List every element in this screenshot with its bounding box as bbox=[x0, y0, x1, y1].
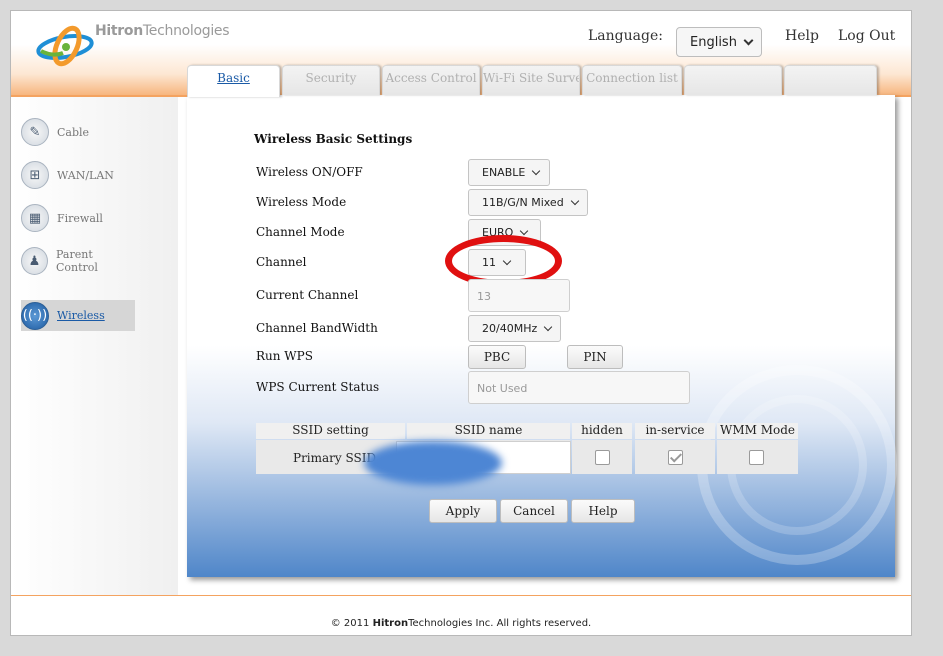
sidebar-item-label: Firewall bbox=[57, 211, 103, 225]
cancel-button[interactable]: Cancel bbox=[500, 499, 568, 523]
bandwidth-value: 20/40MHz bbox=[482, 322, 538, 335]
table-header-in-service: in-service bbox=[635, 423, 715, 439]
sidebar-item-label: Parent Control bbox=[56, 248, 98, 274]
redacted-ssid-blur bbox=[364, 441, 502, 485]
bandwidth-label: Channel BandWidth bbox=[256, 321, 378, 335]
brand-part2: Technologies bbox=[142, 23, 230, 39]
wireless-mode-select[interactable]: 11B/G/N Mixed bbox=[468, 189, 588, 216]
main-panel: Wireless Basic Settings Wireless ON/OFF … bbox=[187, 95, 897, 577]
chevron-down-icon bbox=[544, 322, 553, 331]
channel-label: Channel bbox=[256, 255, 307, 269]
hidden-checkbox[interactable] bbox=[595, 450, 610, 465]
wireless-onoff-value: ENABLE bbox=[482, 166, 526, 179]
sidebar-item-wireless[interactable]: ((·)) Wireless bbox=[21, 300, 135, 331]
parent-icon: ♟ bbox=[21, 247, 48, 275]
tab-empty-2 bbox=[784, 65, 877, 95]
sidebar-item-cable[interactable]: ✎ Cable bbox=[21, 117, 135, 147]
wrench-icon: ✎ bbox=[21, 118, 49, 146]
table-header-wmm-mode: WMM Mode bbox=[717, 423, 798, 439]
wireless-onoff-label: Wireless ON/OFF bbox=[256, 165, 363, 179]
chevron-down-icon bbox=[743, 35, 754, 45]
footer-copyright: © 2011 bbox=[330, 618, 370, 629]
hitron-logo-icon bbox=[36, 25, 94, 67]
in-service-checkbox[interactable] bbox=[668, 450, 683, 465]
sidebar: ✎ Cable ⊞ WAN/LAN ▦ Firewall ♟ Parent Co… bbox=[11, 97, 178, 595]
tab-empty-1 bbox=[684, 65, 782, 95]
wireless-mode-value: 11B/G/N Mixed bbox=[482, 196, 564, 209]
chevron-down-icon bbox=[520, 226, 529, 235]
bandwidth-select[interactable]: 20/40MHz bbox=[468, 315, 561, 342]
footer-rights: Inc. All rights reserved. bbox=[475, 618, 592, 629]
sidebar-item-wan-lan[interactable]: ⊞ WAN/LAN bbox=[21, 160, 135, 190]
tab-security[interactable]: Security bbox=[282, 65, 380, 95]
network-icon: ⊞ bbox=[21, 161, 49, 189]
wireless-mode-label: Wireless Mode bbox=[256, 195, 347, 209]
footer-divider bbox=[11, 595, 911, 596]
tab-basic[interactable]: Basic bbox=[187, 65, 280, 97]
current-channel-label: Current Channel bbox=[256, 288, 359, 302]
wireless-icon: ((·)) bbox=[21, 301, 49, 330]
footer-brand1: Hitron bbox=[372, 618, 409, 629]
wmm-checkbox[interactable] bbox=[749, 450, 764, 465]
apply-button[interactable]: Apply bbox=[429, 499, 497, 523]
browser-frame: HitronTechnologies Language: English Hel… bbox=[10, 10, 912, 636]
tab-wifi-site-survey[interactable]: Wi-Fi Site Survey bbox=[482, 65, 580, 95]
brand-name: HitronTechnologies bbox=[95, 23, 230, 39]
sidebar-item-label: Cable bbox=[57, 125, 90, 139]
brand-part1: Hitron bbox=[95, 23, 143, 39]
sidebar-item-firewall[interactable]: ▦ Firewall bbox=[21, 203, 135, 233]
language-value: English bbox=[690, 34, 737, 50]
page-title: Wireless Basic Settings bbox=[254, 132, 413, 146]
table-header-ssid-setting: SSID setting bbox=[256, 423, 405, 439]
wps-status-field: Not Used bbox=[468, 371, 690, 404]
firewall-icon: ▦ bbox=[21, 204, 49, 232]
footer-brand2: Technologies bbox=[408, 618, 473, 629]
sidebar-item-label: WAN/LAN bbox=[57, 168, 114, 182]
run-wps-label: Run WPS bbox=[256, 349, 313, 363]
current-channel-field: 13 bbox=[468, 279, 570, 312]
footer: © 2011 HitronTechnologies Inc. All right… bbox=[11, 618, 911, 629]
wps-pbc-button[interactable]: PBC bbox=[468, 345, 526, 369]
language-select[interactable]: English bbox=[676, 27, 762, 57]
wps-pin-button[interactable]: PIN bbox=[567, 345, 623, 369]
chevron-down-icon bbox=[570, 196, 579, 205]
sidebar-item-parent-control[interactable]: ♟ Parent Control bbox=[21, 246, 135, 276]
help-button[interactable]: Help bbox=[571, 499, 635, 523]
wps-status-label: WPS Current Status bbox=[256, 380, 380, 394]
help-link[interactable]: Help bbox=[785, 28, 819, 44]
table-header-ssid-name: SSID name bbox=[407, 423, 570, 439]
language-label: Language: bbox=[588, 28, 663, 44]
tab-connection-list[interactable]: Connection list bbox=[582, 65, 682, 95]
chevron-down-icon bbox=[532, 166, 541, 175]
sidebar-item-label: Wireless bbox=[57, 309, 105, 322]
wireless-onoff-select[interactable]: ENABLE bbox=[468, 159, 550, 186]
tab-access-control[interactable]: Access Control bbox=[382, 65, 480, 95]
table-header-hidden: hidden bbox=[572, 423, 632, 439]
logout-link[interactable]: Log Out bbox=[838, 28, 895, 44]
channel-mode-label: Channel Mode bbox=[256, 225, 345, 239]
